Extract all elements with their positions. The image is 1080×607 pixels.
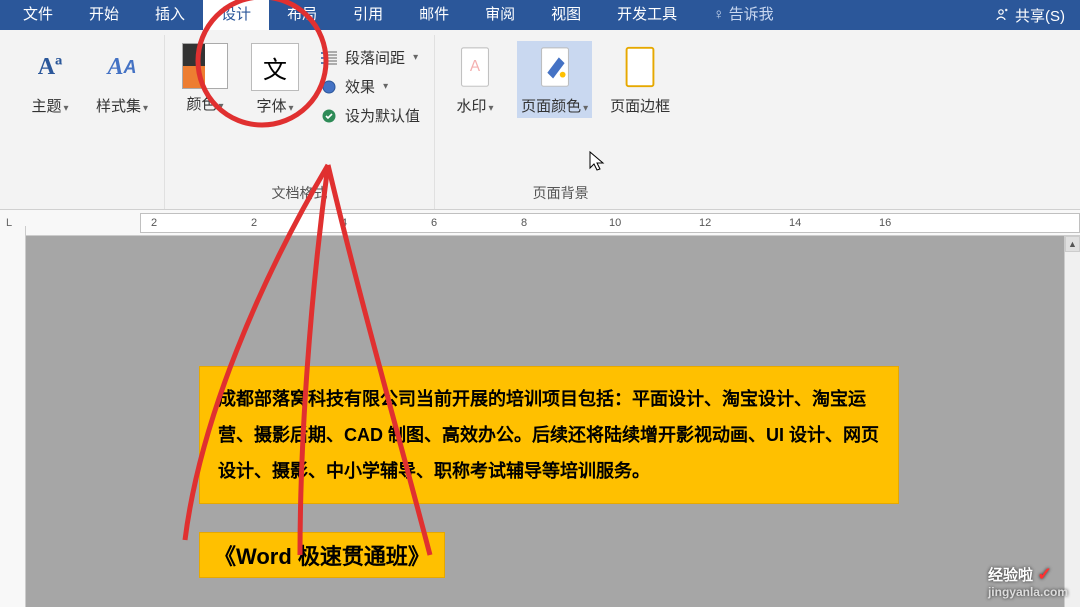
menu-mail[interactable]: 邮件 [401,0,467,30]
page-color-icon [531,43,579,91]
document-page: 成都部落窝科技有限公司当前开展的培训项目包括：平面设计、淘宝设计、淘宝运营、摄影… [179,266,919,607]
chevron-down-icon: ▾ [143,103,148,114]
vertical-ruler[interactable] [0,226,26,607]
horizontal-ruler-bar: L 2 2 4 6 8 10 12 14 16 [0,210,1080,236]
page-border-button[interactable]: 页面边框 [606,41,674,118]
paragraph-2[interactable]: 《Word 极速贯通班》 [199,532,445,578]
vertical-scrollbar[interactable]: ▲ [1064,236,1080,607]
document-area[interactable]: 成都部落窝科技有限公司当前开展的培训项目包括：平面设计、淘宝设计、淘宝运营、摄影… [26,236,1072,607]
effects-button[interactable]: 效果▾ [317,74,422,99]
paragraph-spacing-button[interactable]: 段落间距▾ [317,45,422,70]
chevron-down-icon: ▾ [219,101,224,112]
horizontal-ruler[interactable]: 2 2 4 6 8 10 12 14 16 [140,213,1080,233]
menu-share[interactable]: 共享(S) [993,5,1075,26]
paragraph-spacing-icon [319,49,339,67]
paragraph-1[interactable]: 成都部落窝科技有限公司当前开展的培训项目包括：平面设计、淘宝设计、淘宝运营、摄影… [199,366,899,504]
menu-view[interactable]: 视图 [533,0,599,30]
themes-button[interactable]: Aª 主题▾ [22,41,78,118]
share-icon [993,7,1009,23]
chevron-down-icon: ▾ [583,103,588,114]
watermark-overlay: 经验啦 ✓ jingyanla.com [988,564,1068,599]
chevron-down-icon: ▾ [413,52,418,63]
group-page-bg-label: 页面背景 [533,179,589,209]
menu-layout[interactable]: 布局 [269,0,335,30]
menu-insert[interactable]: 插入 [137,0,203,30]
themes-icon: Aª [26,43,74,91]
watermark-button[interactable]: A 水印▾ [447,41,503,118]
menu-dev[interactable]: 开发工具 [599,0,695,30]
lightbulb-icon: ♀ [713,6,724,23]
colors-button[interactable]: 颜色▾ [177,41,233,116]
menu-review[interactable]: 审阅 [467,0,533,30]
stylesets-button[interactable]: AA 样式集▾ [92,41,152,118]
colors-icon [182,43,228,89]
effects-icon [319,78,339,96]
svg-text:A: A [470,58,481,75]
stylesets-icon: AA [98,43,146,91]
group-doc-format-label: 文档格式 [272,179,328,209]
chevron-down-icon: ▾ [63,103,68,114]
check-circle-icon [319,107,339,125]
fonts-button[interactable]: 文 字体▾ [247,41,303,118]
chevron-down-icon: ▾ [289,103,294,114]
set-default-button[interactable]: 设为默认值 [317,103,422,128]
page-border-icon [616,43,664,91]
menu-design[interactable]: 设计 [203,0,269,30]
menu-file[interactable]: 文件 [5,0,71,30]
scroll-up-icon[interactable]: ▲ [1065,236,1080,252]
menu-tellme[interactable]: ♀ 告诉我 [695,0,791,30]
chevron-down-icon: ▾ [489,103,494,114]
menu-home[interactable]: 开始 [71,0,137,30]
watermark-icon: A [451,43,499,91]
menu-references[interactable]: 引用 [335,0,401,30]
check-icon: ✓ [1037,564,1052,584]
page-color-button[interactable]: 页面颜色▾ [517,41,592,118]
fonts-icon: 文 [251,43,299,91]
chevron-down-icon: ▾ [383,81,388,92]
